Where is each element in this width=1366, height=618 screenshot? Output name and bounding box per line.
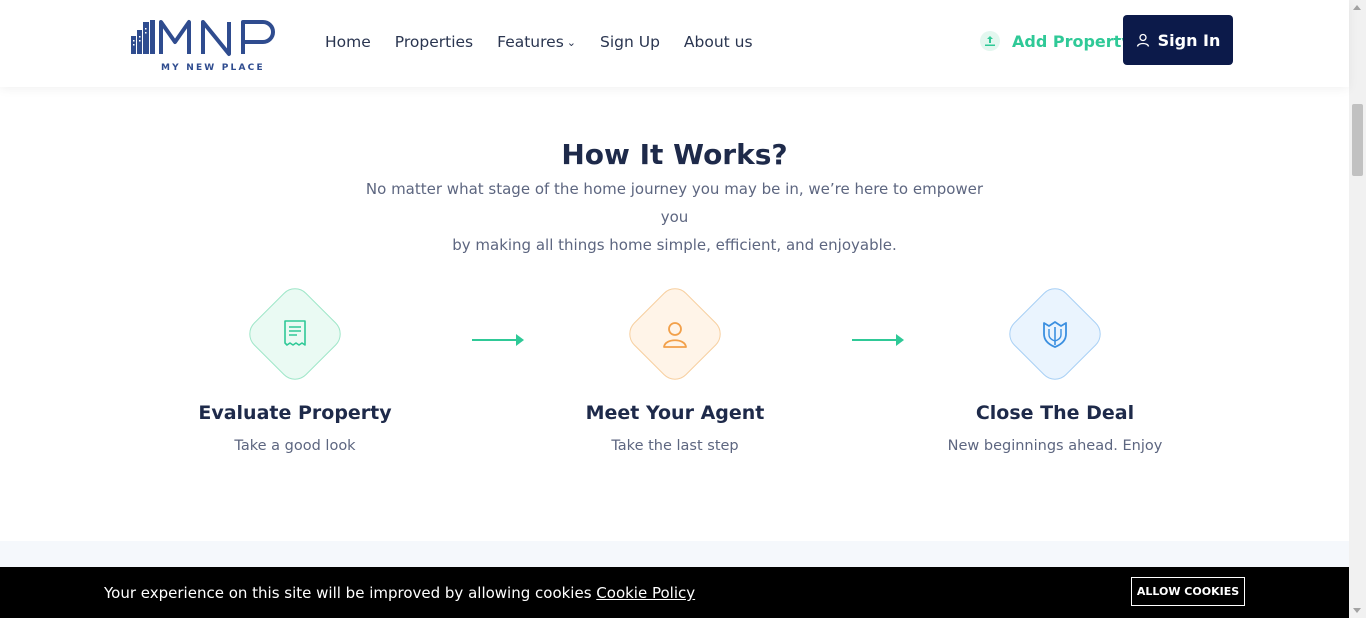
step-evaluate-property: Evaluate Property Take a good look bbox=[165, 281, 425, 454]
arrow-right-icon bbox=[852, 334, 904, 346]
upload-icon bbox=[980, 31, 1000, 51]
shield-icon bbox=[1043, 321, 1067, 348]
step-icon-tile bbox=[622, 281, 728, 387]
step-title: Close The Deal bbox=[975, 402, 1135, 424]
cookie-message: Your experience on this site will be imp… bbox=[104, 584, 695, 602]
step-title: Evaluate Property bbox=[198, 402, 392, 424]
step-icon-tile bbox=[1002, 281, 1108, 387]
logo-mark-icon bbox=[131, 20, 275, 56]
receipt-icon bbox=[284, 320, 306, 346]
sign-in-label: Sign In bbox=[1157, 30, 1221, 50]
step-meet-agent: Meet Your Agent Take the last step bbox=[545, 281, 805, 454]
nav-sign-up[interactable]: Sign Up bbox=[600, 31, 660, 54]
step-icon-tile bbox=[242, 281, 348, 387]
step-description: Take the last step bbox=[611, 438, 739, 454]
add-property-label: Add Property bbox=[1012, 31, 1132, 51]
section-title: How It Works? bbox=[561, 138, 788, 171]
cookie-policy-link[interactable]: Cookie Policy bbox=[596, 584, 695, 602]
nav-properties[interactable]: Properties bbox=[395, 31, 473, 54]
user-icon bbox=[663, 322, 687, 348]
nav-features[interactable]: Features ⌄ bbox=[497, 31, 576, 54]
next-section-band bbox=[0, 541, 1349, 567]
logo-tagline: MY NEW PLACE bbox=[161, 63, 265, 73]
cookie-message-text: Your experience on this site will be imp… bbox=[104, 584, 592, 602]
logo[interactable]: MY NEW PLACE bbox=[131, 18, 286, 74]
site-header: MY NEW PLACE Home Properties Features ⌄ S… bbox=[0, 0, 1349, 87]
page-scrollbar[interactable] bbox=[1349, 0, 1366, 618]
main-nav: Home Properties Features ⌄ Sign Up About … bbox=[325, 31, 777, 54]
scroll-down-icon[interactable] bbox=[1353, 608, 1361, 613]
step-title: Meet Your Agent bbox=[585, 402, 765, 424]
allow-cookies-button[interactable]: ALLOW COOKIES bbox=[1131, 577, 1245, 606]
section-subtitle-line1: No matter what stage of the home journey… bbox=[365, 180, 984, 226]
scroll-up-icon[interactable] bbox=[1353, 5, 1361, 10]
section-subtitle: No matter what stage of the home journey… bbox=[350, 175, 999, 259]
cookie-banner: Your experience on this site will be imp… bbox=[0, 567, 1349, 618]
step-description: New beginnings ahead. Enjoy bbox=[947, 438, 1163, 454]
nav-features-label: Features bbox=[497, 33, 564, 51]
user-icon bbox=[1136, 33, 1149, 47]
nav-about-us[interactable]: About us bbox=[684, 31, 753, 54]
scroll-thumb[interactable] bbox=[1352, 104, 1363, 176]
add-property-link[interactable]: Add Property bbox=[980, 31, 1132, 51]
chevron-down-icon: ⌄ bbox=[566, 36, 576, 49]
sign-in-button[interactable]: Sign In bbox=[1123, 15, 1233, 65]
nav-home[interactable]: Home bbox=[325, 31, 371, 54]
section-subtitle-line2: by making all things home simple, effici… bbox=[452, 236, 897, 254]
arrow-right-icon bbox=[472, 334, 524, 346]
step-description: Take a good look bbox=[234, 438, 356, 454]
step-close-deal: Close The Deal New beginnings ahead. Enj… bbox=[925, 281, 1185, 454]
